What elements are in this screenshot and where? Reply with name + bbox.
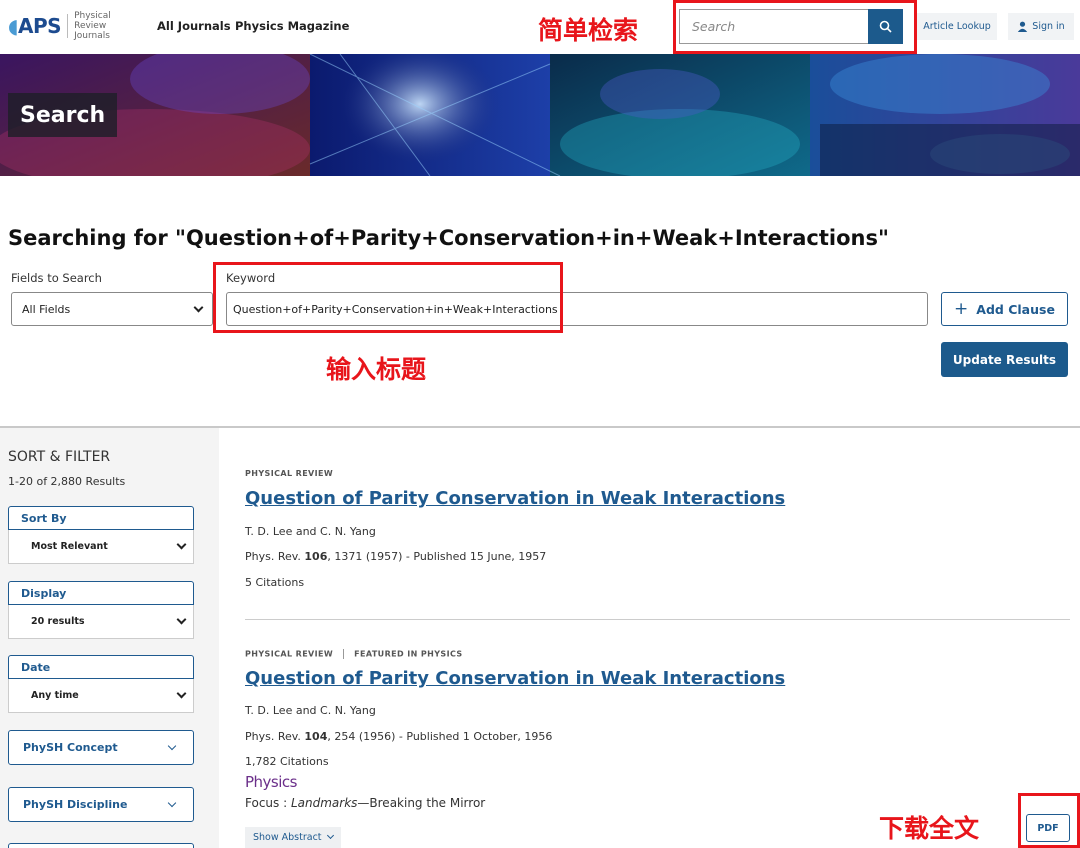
result-authors: T. D. Lee and C. N. Yang [245,525,376,538]
fields-label: Fields to Search [11,271,102,285]
chevron-down-icon [326,831,334,840]
date-value: Any time [31,690,79,701]
physh-concept-label: PhySH Concept [23,741,118,754]
date-filter: Date Any time [8,655,194,713]
logo-divider [67,14,69,38]
fields-select[interactable]: All Fields [11,292,213,326]
result-count: 1-20 of 2,880 Results [8,475,126,488]
sign-in-label: Sign in [1032,21,1065,32]
banner-artwork [0,54,1080,176]
display-label: Display [8,581,194,605]
fields-select-value: All Fields [22,302,71,316]
chevron-down-icon [176,614,187,625]
nav-all-journals[interactable]: All Journals [157,19,231,33]
physh-discipline-label: PhySH Discipline [23,798,128,811]
page-title: Search [8,93,118,137]
result-volume: 106 [304,550,328,563]
result-title-link[interactable]: Question of Parity Conservation in Weak … [245,668,785,689]
aps-logo[interactable]: ◖APS Physical Review Journals [8,11,144,41]
sort-by-filter: Sort By Most Relevant [8,506,194,564]
result-separator [245,619,1070,620]
result-journal-tags: PHYSICAL REVIEW FEATURED IN PHYSICS [245,649,463,659]
header-search-button[interactable] [868,9,903,44]
annotation-box-keyword [213,262,563,333]
article-lookup-button[interactable]: Article Lookup [917,13,997,40]
sort-filter-title: SORT & FILTER [8,449,111,465]
result-citation: Phys. Rev. 106, 1371 (1957) - Published … [245,550,547,563]
result-item: PHYSICAL REVIEW FEATURED IN PHYSICS [245,649,463,659]
chevron-down-icon [167,741,177,750]
search-icon [879,20,892,33]
result-journal: PHYSICAL REVIEW [245,649,334,659]
result-citations-count[interactable]: 1,782 Citations [245,755,329,768]
result-title-link[interactable]: Question of Parity Conservation in Weak … [245,488,785,509]
result-authors: T. D. Lee and C. N. Yang [245,704,376,717]
sort-by-value: Most Relevant [31,541,108,552]
annotation-download-full: 下载全文 [879,814,980,843]
header-search-input[interactable]: Search [679,9,868,44]
annotation-enter-title: 输入标题 [326,355,427,384]
display-value: 20 results [31,616,85,627]
logo-mark: ◖APS [8,14,62,38]
nav-physics-magazine[interactable]: Physics Magazine [235,19,349,33]
result-citations-count[interactable]: 5 Citations [245,576,304,589]
add-clause-label: Add Clause [976,301,1055,317]
display-select[interactable]: 20 results [8,605,194,639]
physh-discipline-toggle[interactable]: PhySH Discipline [8,787,194,822]
header-search: Search [679,9,903,44]
search-heading: Searching for "Question+of+Parity+Conser… [8,226,889,250]
display-filter: Display 20 results [8,581,194,639]
sort-by-select[interactable]: Most Relevant [8,530,194,564]
physics-magazine-logo[interactable]: Physics [245,773,297,791]
chevron-down-icon [176,688,187,699]
annotation-simple-search: 简单检索 [538,16,639,45]
update-results-button[interactable]: Update Results [941,342,1068,377]
pdf-button[interactable]: PDF [1026,814,1070,842]
add-clause-button[interactable]: + Add Clause [941,292,1068,326]
date-select[interactable]: Any time [8,679,194,713]
plus-icon: + [954,299,969,319]
result-journal: PHYSICAL REVIEW [245,469,334,478]
result-volume: 104 [304,730,328,743]
show-abstract-inner: Show Abstract [245,826,341,848]
result-item: PHYSICAL REVIEW [245,469,333,478]
result-focus-link[interactable]: Focus : Landmarks—Breaking the Mirror [245,796,485,810]
chevron-down-icon [193,302,204,312]
physh-concept-toggle[interactable]: PhySH Concept [8,730,194,765]
chevron-down-icon [167,798,177,807]
logo-subtitle: Physical Review Journals [74,11,111,41]
hero-banner: Search [0,54,1080,176]
result-featured-tag: FEATURED IN PHYSICS [354,649,463,659]
sign-in-button[interactable]: Sign in [1008,13,1074,40]
chevron-down-icon [176,539,187,550]
top-bar: ◖APS Physical Review Journals All Journa… [0,0,1080,54]
date-label: Date [8,655,194,679]
filter-toggle-partial[interactable] [8,843,194,848]
sort-by-label: Sort By [8,506,194,530]
result-citation: Phys. Rev. 104, 254 (1956) - Published 1… [245,730,553,743]
show-abstract-button[interactable]: Show Abstract [245,825,341,848]
user-icon [1018,21,1028,32]
